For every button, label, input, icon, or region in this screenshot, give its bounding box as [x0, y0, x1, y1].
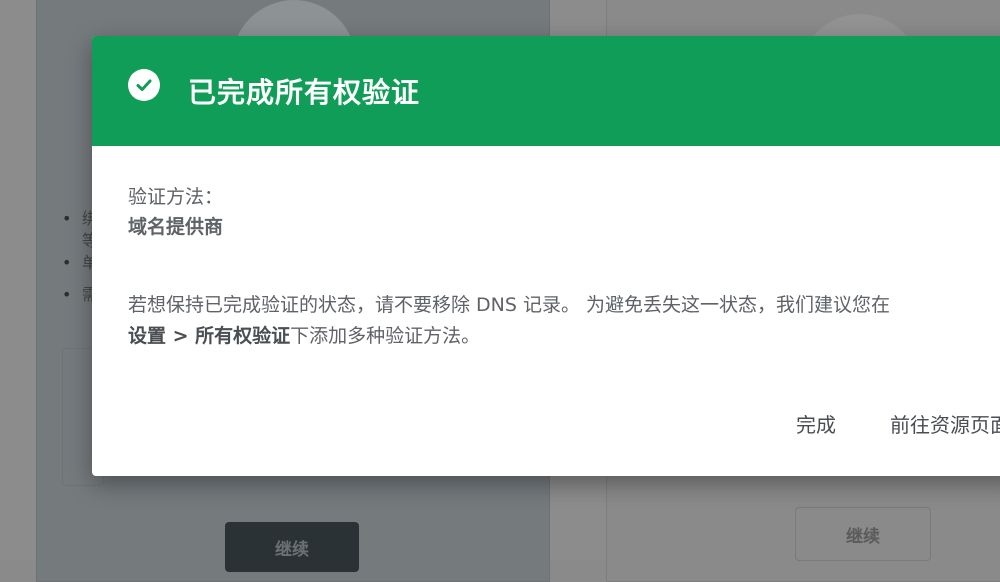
go-to-property-button[interactable]: 前往资源页面 — [890, 408, 1000, 442]
background-continue-button-secondary[interactable]: 继续 — [795, 507, 931, 561]
verification-dialog: 已完成所有权验证 验证方法： 域名提供商 若想保持已完成验证的状态，请不要移除 … — [92, 36, 1000, 476]
info-text-line2: 下添加多种验证方法。 — [290, 325, 481, 347]
settings-path-text: 设置 > 所有权验证 — [128, 325, 291, 347]
dialog-body: 验证方法： 域名提供商 若想保持已完成验证的状态，请不要移除 DNS 记录。 为… — [92, 146, 1000, 352]
verification-method-value: 域名提供商 — [128, 216, 224, 238]
check-circle-icon — [128, 69, 160, 101]
done-button[interactable]: 完成 — [796, 408, 836, 442]
info-text-line1: 若想保持已完成验证的状态，请不要移除 DNS 记录。 为避免丢失这一状态，我们建… — [128, 294, 891, 316]
verification-method-label: 验证方法： — [128, 186, 224, 208]
background-continue-button[interactable]: 继续 — [225, 522, 359, 572]
dialog-header: 已完成所有权验证 — [92, 36, 1000, 146]
dialog-title: 已完成所有权验证 — [188, 76, 421, 109]
dialog-actions: 完成 前往资源页面 — [92, 408, 1000, 442]
info-text: 若想保持已完成验证的状态，请不要移除 DNS 记录。 为避免丢失这一状态，我们建… — [128, 290, 986, 352]
